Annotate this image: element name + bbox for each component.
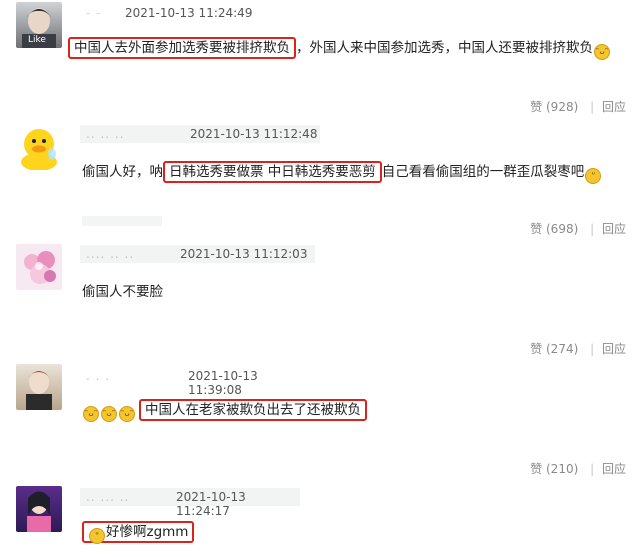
comment-actions: 赞 (274) | 回应 <box>522 340 626 357</box>
username-blurred[interactable]: .. .. .. <box>86 127 125 141</box>
username-blurred[interactable]: - - <box>86 6 101 20</box>
reply-button[interactable]: 回应 <box>602 222 626 236</box>
highlighted-text: 中国人去外面参加选秀要被排挤欺负 <box>68 37 296 59</box>
timestamp: 2021-10-13 11:24:17 <box>176 490 246 518</box>
reply-button[interactable]: 回应 <box>602 342 626 356</box>
comment-text: ᐡ 好惨啊zgmm <box>82 521 195 544</box>
avatar-photo <box>27 491 51 532</box>
comment-text: 偷国人不要脸 <box>82 284 163 300</box>
action-divider: | <box>590 222 595 236</box>
avatar[interactable] <box>16 124 62 170</box>
action-divider: | <box>590 462 595 476</box>
avatar[interactable] <box>16 364 62 410</box>
flower-avatar-icon <box>24 251 56 284</box>
comment-text-pre: 偷国人好，呐 <box>82 164 163 180</box>
grin-emoji-icon: ᵔᴗᵔ <box>119 406 135 422</box>
blurred-row <box>82 216 162 226</box>
like-button[interactable]: 赞 (698) <box>530 222 578 236</box>
timestamp: 2021-10-13 11:24:49 <box>125 6 253 20</box>
highlighted-text: ᐡ 好惨啊zgmm <box>82 521 195 544</box>
sad-emoji-icon: ᐡ <box>585 168 602 184</box>
action-divider: | <box>590 100 595 114</box>
duck-avatar-icon <box>21 129 57 170</box>
comment-text: ᵔᴗᵔ ᵔᴗᵔ ᵔᴗᵔ 中国人在老家被欺负出去了还被欺负 <box>82 399 367 422</box>
comment-text-rest: ，外国人来中国参加选秀，中国人还要被排挤欺负 <box>296 40 593 56</box>
username-blurred[interactable]: .... .. .. <box>86 247 134 261</box>
action-divider: | <box>590 342 595 356</box>
reply-button[interactable]: 回应 <box>602 100 626 114</box>
username-blurred[interactable]: .. ... .. <box>86 490 129 504</box>
reply-button[interactable]: 回应 <box>602 462 626 476</box>
timestamp: 2021-10-13 11:12:03 <box>180 247 308 261</box>
comment-text-rest: 自己看看偷国组的一群歪瓜裂枣吧 <box>381 164 585 180</box>
comment-meta: - - 2021-10-13 11:24:49 <box>80 4 280 22</box>
avatar[interactable] <box>16 244 62 290</box>
comment-meta: .. ... .. 2021-10-13 11:24:17 <box>80 488 300 518</box>
comment-actions: 赞 (928) | 回应 <box>522 98 626 115</box>
highlighted-text: 日韩选秀要做票 中日韩选秀要恶剪 <box>163 161 382 183</box>
comment-meta: .. .. .. 2021-10-13 11:12:48 <box>80 125 320 143</box>
timestamp: 2021-10-13 11:12:48 <box>190 127 318 141</box>
grin-emoji-icon: ᵔᴗᵔ <box>83 406 99 422</box>
comment-text: 中国人去外面参加选秀要被排挤欺负 ，外国人来中国参加选秀，中国人还要被排挤欺负 ᵔᴗ… <box>68 37 611 60</box>
timestamp: 2021-10-13 11:39:08 <box>188 369 258 397</box>
comment-actions: 赞 (210) | 回应 <box>522 460 626 477</box>
sad-emoji-icon: ᐡ <box>89 528 105 544</box>
comment-actions: 赞 (698) | 回应 <box>522 220 626 237</box>
username-blurred[interactable]: . . . <box>86 369 110 383</box>
avatar[interactable]: Like <box>16 2 62 48</box>
highlighted-text-body: 好惨啊zgmm <box>106 524 189 540</box>
comment-meta: .... .. .. 2021-10-13 11:12:03 <box>80 245 315 263</box>
avatar-photo <box>26 370 52 410</box>
highlighted-text: 中国人在老家被欺负出去了还被欺负 <box>139 399 367 421</box>
grin-emoji-icon: ᵔᴗᵔ <box>594 44 610 60</box>
avatar[interactable] <box>16 486 62 532</box>
avatar-caption: Like <box>28 35 46 45</box>
like-button[interactable]: 赞 (210) <box>530 462 578 476</box>
comment-text: 偷国人好，呐 日韩选秀要做票 中日韩选秀要恶剪 自己看看偷国组的一群歪瓜裂枣吧 ᐡ <box>82 161 602 184</box>
grin-emoji-icon: ᵔᴗᵔ <box>101 406 117 422</box>
comment-meta: . . . 2021-10-13 11:39:08 <box>80 367 310 397</box>
like-button[interactable]: 赞 (274) <box>530 342 578 356</box>
like-button[interactable]: 赞 (928) <box>530 100 578 114</box>
